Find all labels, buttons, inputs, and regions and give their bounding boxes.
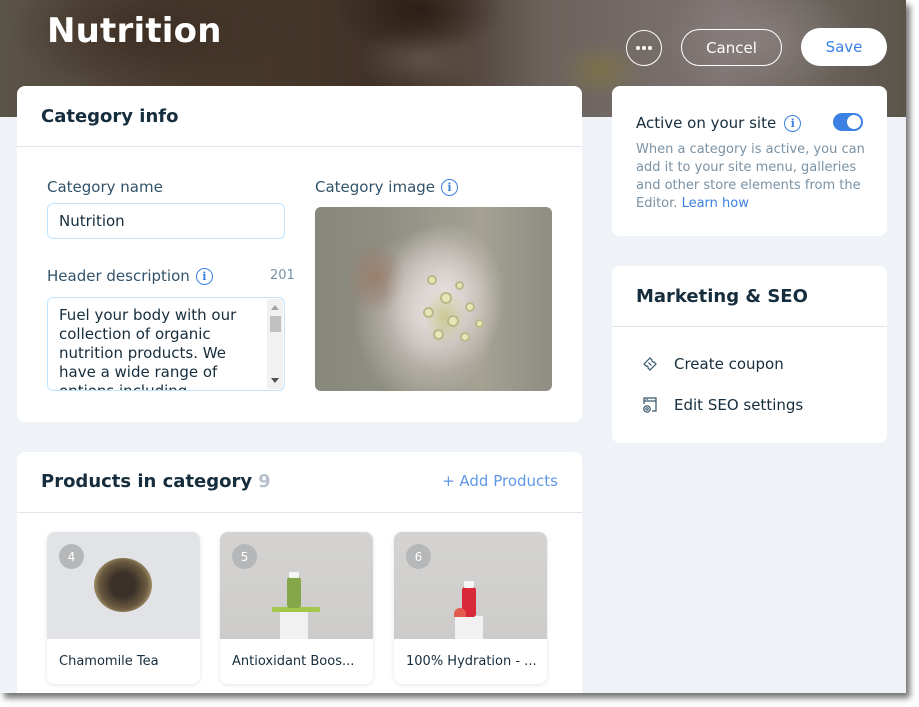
category-name-label: Category name	[47, 178, 163, 196]
category-info-card: Category info Category name Header descr…	[17, 86, 582, 422]
product-card[interactable]: 5 Antioxidant Boos...	[220, 532, 373, 684]
active-description: When a category is active, you can add i…	[636, 141, 871, 213]
flower-decoration	[455, 281, 464, 290]
pedestal-image	[280, 612, 308, 639]
toggle-knob	[846, 114, 862, 130]
product-card[interactable]: 6 100% Hydration - ...	[394, 532, 547, 684]
product-position-badge: 6	[406, 544, 431, 569]
product-name: 100% Hydration - ...	[406, 654, 537, 669]
products-title-text: Products in category	[41, 471, 253, 492]
watermelon-image	[454, 608, 466, 617]
more-dots-icon	[642, 46, 646, 50]
flower-decoration	[433, 329, 444, 340]
products-count: 9	[258, 471, 271, 492]
bottle-cap-image	[464, 581, 474, 588]
header-description-label: Header description i	[47, 267, 213, 285]
product-name: Antioxidant Boos...	[232, 654, 355, 669]
header-description-label-text: Header description	[47, 267, 190, 285]
edit-seo-settings-label: Edit SEO settings	[674, 396, 804, 414]
green-bottle-image	[287, 577, 301, 608]
products-title: Products in category 9	[41, 471, 271, 492]
create-coupon-link[interactable]: Create coupon	[640, 354, 784, 374]
info-icon[interactable]: i	[441, 179, 459, 196]
textarea-scrollbar[interactable]	[267, 299, 283, 389]
cancel-button[interactable]: Cancel	[681, 29, 782, 66]
page-title: Nutrition	[47, 11, 222, 51]
seo-settings-icon	[643, 397, 657, 413]
category-image-label: Category image i	[315, 178, 459, 196]
active-toggle[interactable]	[833, 113, 863, 131]
active-description-text: When a category is active, you can add i…	[636, 142, 865, 211]
scroll-down-arrow-icon[interactable]	[271, 378, 279, 383]
marketing-seo-card: Marketing & SEO Create coupon Edit SEO s…	[612, 266, 887, 443]
flower-decoration	[440, 292, 452, 304]
flower-decoration	[427, 275, 437, 285]
info-icon[interactable]: i	[784, 115, 802, 132]
product-image: 4	[47, 532, 200, 639]
coupon-icon	[643, 357, 657, 371]
more-dots-icon	[636, 46, 640, 50]
product-image: 6	[394, 532, 547, 639]
product-card[interactable]: 4 Chamomile Tea	[47, 532, 200, 684]
product-position-badge: 5	[232, 544, 257, 569]
product-position-badge: 4	[59, 544, 84, 569]
category-image[interactable]	[315, 207, 552, 391]
description-text: Fuel your body with our collection of or…	[59, 306, 237, 391]
products-header: Products in category 9 + Add Products	[17, 452, 582, 513]
more-dots-icon	[648, 46, 652, 50]
info-icon[interactable]: i	[195, 268, 213, 285]
scroll-thumb[interactable]	[270, 316, 281, 332]
flower-decoration	[475, 319, 484, 328]
active-title: Active on your site i	[636, 114, 802, 132]
product-name: Chamomile Tea	[59, 654, 159, 669]
save-button[interactable]: Save	[801, 28, 887, 66]
flower-decoration	[423, 307, 434, 318]
tea-leaves-image	[94, 558, 152, 612]
more-actions-button[interactable]	[626, 30, 662, 66]
flower-decoration	[447, 315, 459, 327]
product-image: 5	[220, 532, 373, 639]
marketing-seo-title: Marketing & SEO	[612, 266, 887, 327]
app-window: Nutrition Cancel Save Category info Cate…	[0, 0, 906, 693]
header-description-textarea[interactable]: Fuel your body with our collection of or…	[47, 297, 285, 391]
bottle-cap-image	[289, 572, 299, 578]
flower-decoration	[460, 332, 470, 342]
scroll-up-arrow-icon[interactable]	[271, 305, 279, 310]
active-title-text: Active on your site	[636, 114, 777, 132]
edit-seo-settings-link[interactable]: Edit SEO settings	[640, 395, 803, 415]
flower-decoration	[465, 302, 475, 312]
pedestal-image	[455, 616, 483, 639]
char-count: 201	[270, 268, 295, 283]
products-card: Products in category 9 + Add Products 4 C…	[17, 452, 582, 693]
category-image-label-text: Category image	[315, 178, 436, 196]
category-name-input[interactable]	[47, 203, 285, 239]
active-status-card: Active on your site i When a category is …	[612, 86, 887, 236]
learn-how-link[interactable]: Learn how	[682, 196, 749, 211]
category-info-title: Category info	[17, 86, 582, 147]
add-products-button[interactable]: + Add Products	[442, 472, 558, 490]
create-coupon-label: Create coupon	[674, 355, 784, 373]
